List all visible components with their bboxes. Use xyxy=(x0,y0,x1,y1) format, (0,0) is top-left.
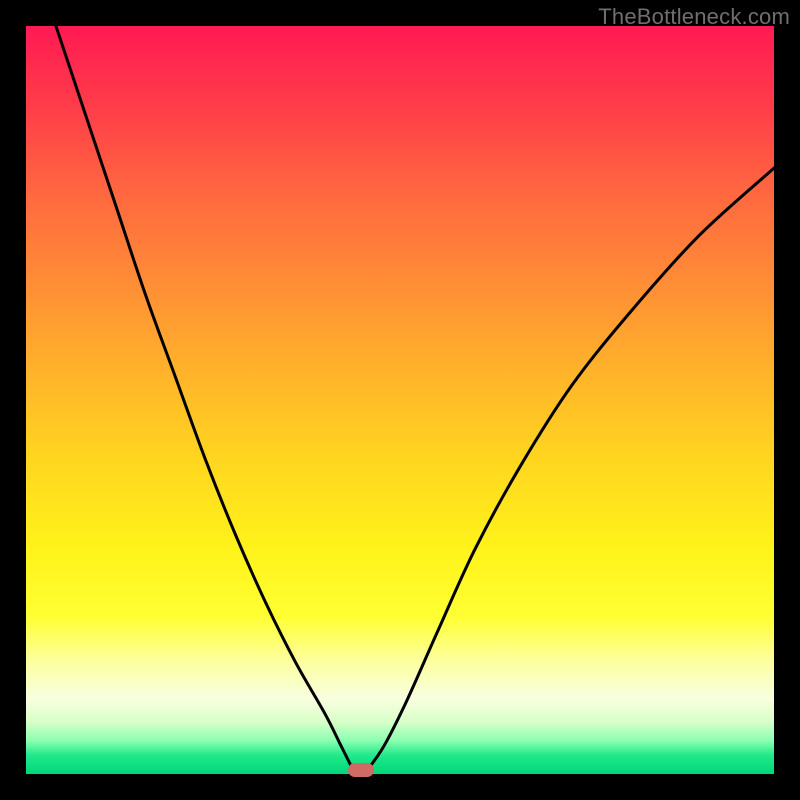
bottleneck-curve xyxy=(26,26,774,774)
curve-left-branch xyxy=(56,26,351,767)
watermark-text: TheBottleneck.com xyxy=(598,4,790,30)
plot-area xyxy=(26,26,774,774)
optimum-marker xyxy=(348,763,374,777)
chart-frame: TheBottleneck.com xyxy=(0,0,800,800)
curve-right-branch xyxy=(370,168,774,766)
